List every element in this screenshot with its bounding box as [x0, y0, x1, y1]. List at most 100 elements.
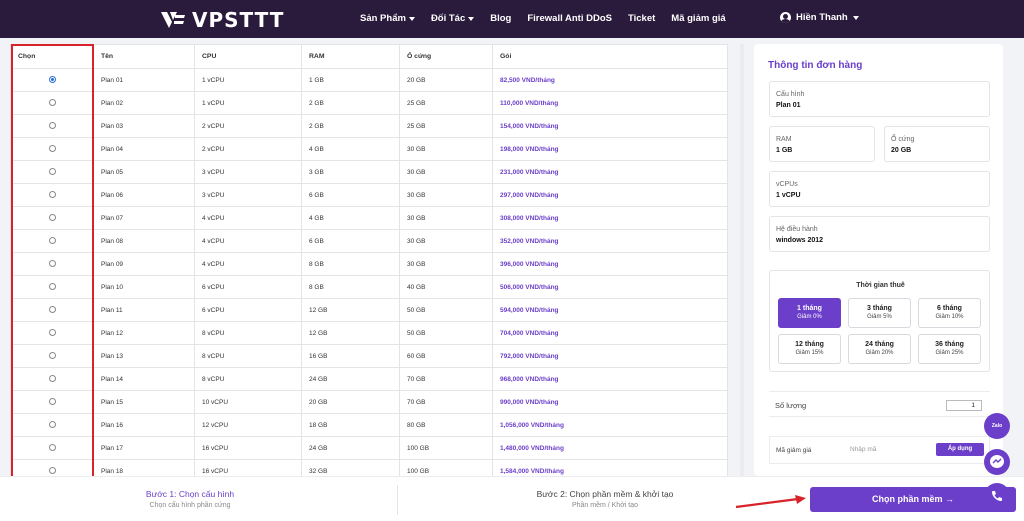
- period-option-3-months[interactable]: 3 tháng Giảm 5%: [848, 298, 911, 328]
- plan-radio[interactable]: [48, 375, 56, 383]
- nav-item-coupons[interactable]: Mã giảm giá: [671, 13, 725, 24]
- plan-radio[interactable]: [48, 168, 56, 176]
- choose-cell[interactable]: [10, 137, 94, 161]
- quantity-input[interactable]: 1: [946, 400, 982, 411]
- user-menu[interactable]: Hiền Thanh: [780, 12, 859, 23]
- plan-radio[interactable]: [48, 283, 56, 291]
- step-2[interactable]: Bước 2: Chọn phần mềm & khởi tạo Phần mề…: [495, 489, 715, 509]
- zalo-icon[interactable]: Zalo: [984, 413, 1010, 439]
- plan-radio[interactable]: [48, 237, 56, 245]
- plan-radio[interactable]: [48, 214, 56, 222]
- period-option-24-months[interactable]: 24 tháng Giảm 20%: [848, 334, 911, 364]
- phone-icon[interactable]: [984, 483, 1010, 509]
- plan-radio[interactable]: [48, 352, 56, 360]
- nav-item-label: Ticket: [628, 13, 656, 24]
- choose-cell[interactable]: [10, 91, 94, 115]
- plan-radio[interactable]: [48, 306, 56, 314]
- caret-down-icon: [852, 15, 859, 20]
- nav-item-partners[interactable]: Đối Tác: [431, 13, 475, 24]
- choose-cell[interactable]: [10, 459, 94, 476]
- nav-item-products[interactable]: Sản Phẩm: [360, 13, 415, 24]
- table-row[interactable]: Plan 13 8 vCPU 16 GB 60 GB 792,000 VND/tháng: [10, 344, 728, 368]
- table-row[interactable]: Plan 12 8 vCPU 12 GB 50 GB 704,000 VND/tháng: [10, 321, 728, 345]
- plan-ram: 1 GB: [301, 68, 400, 92]
- plan-radio[interactable]: [48, 398, 56, 406]
- caret-down-icon: [468, 16, 475, 21]
- scrollbar[interactable]: [740, 44, 744, 476]
- choose-cell[interactable]: [10, 367, 94, 391]
- table-row[interactable]: Plan 11 6 vCPU 12 GB 50 GB 594,000 VND/tháng: [10, 298, 728, 322]
- nav-item-firewall[interactable]: Firewall Anti DDoS: [527, 13, 612, 24]
- plan-cpu: 12 vCPU: [194, 413, 302, 437]
- apply-coupon-button[interactable]: Áp dụng: [936, 443, 984, 456]
- plan-price: 990,000 VND/tháng: [492, 390, 728, 414]
- table-row[interactable]: Plan 02 1 vCPU 2 GB 25 GB 110,000 VND/tháng: [10, 91, 728, 115]
- table-row[interactable]: Plan 16 12 vCPU 18 GB 80 GB 1,056,000 VND/th…: [10, 413, 728, 437]
- plan-radio[interactable]: [48, 421, 56, 429]
- config-field: Cấu hình Plan 01: [769, 81, 990, 117]
- plan-radio[interactable]: [48, 122, 56, 130]
- period-option-6-months[interactable]: 6 tháng Giảm 10%: [918, 298, 981, 328]
- plan-name: Plan 03: [93, 114, 195, 138]
- rental-period-title: Thời gian thuê: [856, 282, 905, 289]
- choose-cell[interactable]: [10, 206, 94, 230]
- plan-radio[interactable]: [48, 191, 56, 199]
- plan-radio[interactable]: [48, 99, 56, 107]
- choose-cell[interactable]: [10, 413, 94, 437]
- table-row[interactable]: Plan 10 6 vCPU 8 GB 40 GB 506,000 VND/tháng: [10, 275, 728, 299]
- plan-radio[interactable]: [48, 467, 56, 475]
- choose-cell[interactable]: [10, 344, 94, 368]
- plan-radio[interactable]: [48, 76, 56, 84]
- choose-cell[interactable]: [10, 436, 94, 460]
- plan-price: 704,000 VND/tháng: [492, 321, 728, 345]
- table-row[interactable]: Plan 18 16 vCPU 32 GB 100 GB 1,584,000 VND/t…: [10, 459, 728, 476]
- plan-radio[interactable]: [48, 444, 56, 452]
- plan-name: Plan 15: [93, 390, 195, 414]
- plan-price: 1,584,000 VND/tháng: [492, 459, 728, 476]
- nav-item-ticket[interactable]: Ticket: [628, 13, 655, 24]
- os-value: windows 2012: [776, 237, 824, 244]
- logo[interactable]: VPSTTT: [160, 8, 284, 32]
- choose-cell[interactable]: [10, 160, 94, 184]
- plan-cpu: 4 vCPU: [194, 206, 302, 230]
- table-row[interactable]: Plan 04 2 vCPU 4 GB 30 GB 198,000 VND/tháng: [10, 137, 728, 161]
- plan-radio[interactable]: [48, 145, 56, 153]
- table-row[interactable]: Plan 17 16 vCPU 24 GB 100 GB 1,480,000 VND/t…: [10, 436, 728, 460]
- plan-disk: 30 GB: [399, 137, 493, 161]
- table-row[interactable]: Plan 01 1 vCPU 1 GB 20 GB 82,500 VND/tháng: [10, 68, 728, 92]
- nav-item-blog[interactable]: Blog: [490, 13, 511, 24]
- period-option-12-months[interactable]: 12 tháng Giảm 15%: [778, 334, 841, 364]
- period-option-36-months[interactable]: 36 tháng Giảm 25%: [918, 334, 981, 364]
- choose-cell[interactable]: [10, 68, 94, 92]
- table-row[interactable]: Plan 14 8 vCPU 24 GB 70 GB 968,000 VND/tháng: [10, 367, 728, 391]
- plan-ram: 24 GB: [301, 367, 400, 391]
- table-row[interactable]: Plan 03 2 vCPU 2 GB 25 GB 154,000 VND/tháng: [10, 114, 728, 138]
- choose-cell[interactable]: [10, 321, 94, 345]
- table-row[interactable]: Plan 07 4 vCPU 4 GB 30 GB 308,000 VND/tháng: [10, 206, 728, 230]
- choose-cell[interactable]: [10, 183, 94, 207]
- period-label: 36 tháng: [935, 341, 964, 348]
- table-row[interactable]: Plan 05 3 vCPU 3 GB 30 GB 231,000 VND/tháng: [10, 160, 728, 184]
- messenger-icon[interactable]: [984, 449, 1010, 475]
- plan-price: 82,500 VND/tháng: [492, 68, 728, 92]
- coupon-input[interactable]: Nhập mã: [850, 446, 876, 453]
- plan-disk: 70 GB: [399, 367, 493, 391]
- choose-cell[interactable]: [10, 390, 94, 414]
- plan-cpu: 2 vCPU: [194, 137, 302, 161]
- plan-radio[interactable]: [48, 260, 56, 268]
- choose-cell[interactable]: [10, 229, 94, 253]
- choose-cell[interactable]: [10, 252, 94, 276]
- logo-mark-icon: [161, 12, 185, 28]
- table-row[interactable]: Plan 15 10 vCPU 20 GB 70 GB 990,000 VND/thán…: [10, 390, 728, 414]
- checkout-steps-bar: Bước 1: Chọn cấu hình Chọn cấu hình phần…: [0, 476, 1024, 521]
- table-row[interactable]: Plan 06 3 vCPU 6 GB 30 GB 297,000 VND/tháng: [10, 183, 728, 207]
- choose-cell[interactable]: [10, 114, 94, 138]
- table-row[interactable]: Plan 09 4 vCPU 8 GB 30 GB 396,000 VND/tháng: [10, 252, 728, 276]
- choose-cell[interactable]: [10, 298, 94, 322]
- choose-cell[interactable]: [10, 275, 94, 299]
- plan-radio[interactable]: [48, 329, 56, 337]
- step-1[interactable]: Bước 1: Chọn cấu hình Chọn cấu hình phần…: [100, 489, 280, 509]
- plan-cpu: 8 vCPU: [194, 344, 302, 368]
- period-option-1-month[interactable]: 1 tháng Giảm 0%: [778, 298, 841, 328]
- table-row[interactable]: Plan 08 4 vCPU 6 GB 30 GB 352,000 VND/tháng: [10, 229, 728, 253]
